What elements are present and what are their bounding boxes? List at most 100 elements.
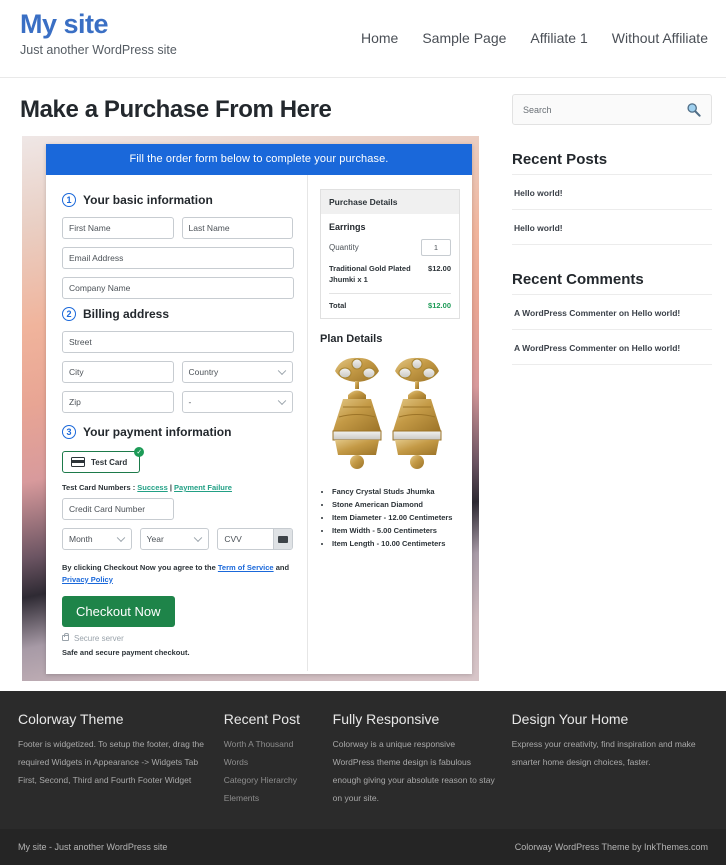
footer-widget-4: Design Your Home Express your creativity… bbox=[512, 711, 708, 807]
search-icon[interactable] bbox=[686, 102, 701, 117]
purchase-line-item: Traditional Gold Plated Jhumki x 1 $12.0… bbox=[329, 264, 451, 294]
cvv-input[interactable]: CVV bbox=[217, 528, 294, 551]
footer-widget-3-title: Fully Responsive bbox=[332, 711, 440, 727]
step-3-label: Your payment information bbox=[83, 425, 232, 439]
quantity-row: Quantity 1 bbox=[329, 239, 451, 256]
step-1-header: 1 Your basic information bbox=[62, 193, 293, 207]
city-input[interactable]: City bbox=[62, 361, 174, 383]
purchase-line-item-name: Traditional Gold Plated Jhumki x 1 bbox=[329, 264, 411, 284]
page-wrapper: Make a Purchase From Here Fill the order… bbox=[0, 78, 726, 681]
site-footer: Colorway Theme Footer is widgetized. To … bbox=[0, 691, 726, 830]
street-input[interactable]: Street bbox=[62, 331, 294, 353]
order-summary-panel: Purchase Details Earrings Quantity 1 Tra… bbox=[308, 175, 472, 671]
step-1-number: 1 bbox=[62, 193, 76, 207]
footer-widget-4-text: Express your creativity, find inspiratio… bbox=[511, 739, 696, 767]
recent-post-link[interactable]: Hello world! bbox=[514, 223, 563, 233]
list-item[interactable]: Worth A Thousand Words bbox=[224, 736, 317, 772]
footer-copyright: My site - Just another WordPress site bbox=[18, 842, 168, 853]
test-card-numbers-prefix: Test Card Numbers : bbox=[62, 483, 138, 492]
footer-widget-4-title: Design Your Home bbox=[511, 711, 629, 727]
purchase-total-value: $12.00 bbox=[428, 300, 451, 310]
order-form-fields: 1 Your basic information First Name Last… bbox=[46, 175, 308, 671]
country-select-value: Country bbox=[188, 367, 219, 377]
country-select[interactable]: Country bbox=[181, 361, 293, 383]
state-select[interactable]: - bbox=[181, 391, 293, 413]
sidebar: Search Recent Posts Hello world! Hello w… bbox=[500, 78, 726, 681]
expiry-year-select[interactable]: Year bbox=[139, 528, 210, 551]
list-item[interactable]: Elements bbox=[224, 790, 317, 808]
footer-widget-2-title: Recent Post bbox=[223, 711, 300, 727]
recent-comments-list: A WordPress Commenter on Hello world! A … bbox=[512, 294, 712, 365]
test-card-option[interactable]: Test Card ✓ bbox=[62, 447, 145, 473]
test-card-numbers-line: Test Card Numbers : Success | Payment Fa… bbox=[62, 482, 293, 493]
recent-comment-link[interactable]: A WordPress Commenter on Hello world! bbox=[514, 308, 680, 318]
nav-item-without-affiliate[interactable]: Without Affiliate bbox=[612, 30, 708, 46]
footer-widget-3-text: Colorway is a unique responsive WordPres… bbox=[332, 739, 495, 803]
list-item[interactable]: A WordPress Commenter on Hello world! bbox=[512, 329, 712, 365]
site-tagline: Just another WordPress site bbox=[20, 42, 177, 57]
cvv-card-icon bbox=[273, 529, 293, 550]
privacy-policy-link[interactable]: Privacy Policy bbox=[62, 575, 113, 584]
plan-feature-list: Fancy Crystal Studs Jhumka Stone America… bbox=[320, 485, 460, 551]
zip-input[interactable]: Zip bbox=[62, 391, 174, 413]
list-item[interactable]: Hello world! bbox=[512, 209, 712, 245]
list-item[interactable]: Hello world! bbox=[512, 174, 712, 209]
chevron-down-icon bbox=[277, 366, 287, 376]
step-3-number: 3 bbox=[62, 425, 76, 439]
step-3-header: 3 Your payment information bbox=[62, 425, 293, 439]
recent-posts-list: Hello world! Hello world! bbox=[512, 174, 712, 245]
page-title: Make a Purchase From Here bbox=[20, 96, 332, 123]
recent-post-link[interactable]: Hello world! bbox=[514, 188, 563, 198]
purchase-details-header: Purchase Details bbox=[321, 190, 459, 214]
list-item: Item Length - 10.00 Centimeters bbox=[332, 537, 460, 550]
purchase-item-name: Earrings bbox=[329, 222, 366, 232]
order-form-background: Fill the order form below to complete yo… bbox=[22, 136, 479, 681]
expiry-month-value: Month bbox=[69, 534, 93, 545]
quantity-input[interactable]: 1 bbox=[421, 239, 451, 256]
credit-card-icon bbox=[71, 457, 85, 467]
form-banner: Fill the order form below to complete yo… bbox=[46, 144, 472, 175]
nav-item-affiliate-1[interactable]: Affiliate 1 bbox=[530, 30, 587, 46]
step-1-label: Your basic information bbox=[83, 193, 213, 207]
purchase-total-row: Total $12.00 bbox=[329, 294, 451, 310]
footer-widget-1: Colorway Theme Footer is widgetized. To … bbox=[18, 711, 224, 807]
chevron-down-icon bbox=[277, 396, 287, 406]
search-placeholder: Search bbox=[523, 104, 552, 115]
nav-item-sample-page[interactable]: Sample Page bbox=[422, 30, 506, 46]
expiry-year-value: Year bbox=[146, 534, 164, 545]
footer-bottom-bar: My site - Just another WordPress site Co… bbox=[0, 829, 726, 865]
test-card-success-link[interactable]: Success bbox=[137, 483, 167, 492]
purchase-total-label: Total bbox=[329, 300, 347, 310]
last-name-input[interactable]: Last Name bbox=[181, 217, 293, 239]
safe-checkout-note: Safe and secure payment checkout. bbox=[62, 647, 190, 657]
step-2-label: Billing address bbox=[83, 307, 170, 321]
lock-icon bbox=[62, 632, 69, 642]
first-name-input[interactable]: First Name bbox=[62, 217, 174, 239]
test-card-failure-link[interactable]: Payment Failure bbox=[174, 483, 232, 492]
list-item[interactable]: A WordPress Commenter on Hello world! bbox=[512, 294, 712, 329]
main-content: Make a Purchase From Here Fill the order… bbox=[0, 78, 500, 681]
expiry-month-select[interactable]: Month bbox=[62, 528, 132, 551]
credit-card-number-input[interactable]: Credit Card Number bbox=[62, 498, 174, 521]
chevron-down-icon bbox=[194, 533, 203, 543]
terms-agreement-line: By clicking Checkout Now you agree to th… bbox=[62, 562, 293, 585]
search-input[interactable]: Search bbox=[512, 94, 712, 125]
company-name-input[interactable]: Company Name bbox=[62, 277, 294, 299]
footer-theme-credit[interactable]: Colorway WordPress Theme by InkThemes.co… bbox=[515, 842, 708, 852]
site-title[interactable]: My site bbox=[20, 9, 177, 40]
terms-of-service-link[interactable]: Term of Service bbox=[218, 563, 274, 572]
site-branding: My site Just another WordPress site bbox=[20, 9, 177, 58]
list-item: Stone American Diamond bbox=[332, 498, 460, 511]
checkout-now-button[interactable]: Checkout Now bbox=[62, 595, 175, 627]
recent-comment-link[interactable]: A WordPress Commenter on Hello world! bbox=[514, 343, 680, 353]
main-navigation: Home Sample Page Affiliate 1 Without Aff… bbox=[361, 30, 708, 46]
footer-widget-1-title: Colorway Theme bbox=[18, 711, 124, 727]
list-item[interactable]: Category Hierarchy bbox=[224, 772, 317, 790]
test-card-label: Test Card bbox=[91, 457, 128, 467]
email-input[interactable]: Email Address bbox=[62, 247, 294, 269]
step-2-header: 2 Billing address bbox=[62, 307, 293, 321]
nav-item-home[interactable]: Home bbox=[361, 30, 398, 46]
list-item: Fancy Crystal Studs Jhumka bbox=[332, 485, 460, 498]
cvv-placeholder: CVV bbox=[224, 534, 242, 545]
terms-prefix: By clicking Checkout Now you agree to th… bbox=[62, 563, 218, 573]
